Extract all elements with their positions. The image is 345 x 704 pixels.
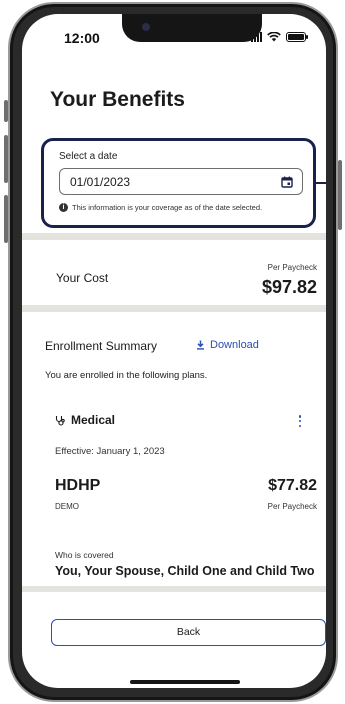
calendar-icon[interactable] xyxy=(281,176,293,188)
battery-icon xyxy=(286,32,308,42)
cost-label: Your Cost xyxy=(56,271,109,285)
plan-category-label: Medical xyxy=(71,413,116,427)
phone-screen: 12:00 Your Benefits Select a date 01/01/… xyxy=(22,14,326,688)
download-icon xyxy=(197,340,204,350)
date-input[interactable]: 01/01/2023 xyxy=(59,168,303,195)
home-indicator xyxy=(130,680,240,684)
covered-value: You, Your Spouse, Child One and Child Tw… xyxy=(55,564,315,578)
plan-cost-period: Per Paycheck xyxy=(267,502,317,511)
cost-period: Per Paycheck xyxy=(267,263,317,272)
volume-up-button xyxy=(4,135,8,183)
stethoscope-icon xyxy=(55,415,65,426)
info-icon: i xyxy=(59,203,68,212)
info-row: i This information is your coverage as o… xyxy=(59,203,262,212)
plan-category: Medical xyxy=(55,413,115,427)
callout-line xyxy=(316,182,326,184)
date-label: Select a date xyxy=(59,151,118,162)
status-time: 12:00 xyxy=(64,30,100,46)
plan-name: HDHP xyxy=(55,477,101,494)
mute-switch xyxy=(4,100,8,122)
power-button xyxy=(338,160,342,230)
more-options-icon[interactable] xyxy=(294,415,306,427)
section-divider xyxy=(22,586,326,592)
download-label: Download xyxy=(210,339,259,351)
date-selector-card: Select a date 01/01/2023 i This informat… xyxy=(41,138,316,228)
plan-cost: $77.82 xyxy=(268,477,317,494)
section-divider xyxy=(22,305,326,312)
volume-down-button xyxy=(4,195,8,243)
wifi-icon xyxy=(267,32,281,42)
info-text: This information is your coverage as of … xyxy=(72,203,263,212)
cost-amount: $97.82 xyxy=(261,277,317,297)
page-title: Your Benefits xyxy=(50,88,185,111)
covered-label: Who is covered xyxy=(55,550,114,560)
section-divider xyxy=(22,233,326,240)
download-link[interactable]: Download xyxy=(196,339,259,351)
plan-effective-date: Effective: January 1, 2023 xyxy=(55,446,165,457)
notch xyxy=(122,14,262,42)
back-button[interactable]: Back xyxy=(51,619,326,646)
camera-icon xyxy=(142,23,150,31)
plan-code: DEMO xyxy=(55,502,79,511)
enrolled-text: You are enrolled in the following plans. xyxy=(45,370,208,381)
enrollment-summary-title: Enrollment Summary xyxy=(45,339,158,353)
date-value: 01/01/2023 xyxy=(70,175,131,189)
